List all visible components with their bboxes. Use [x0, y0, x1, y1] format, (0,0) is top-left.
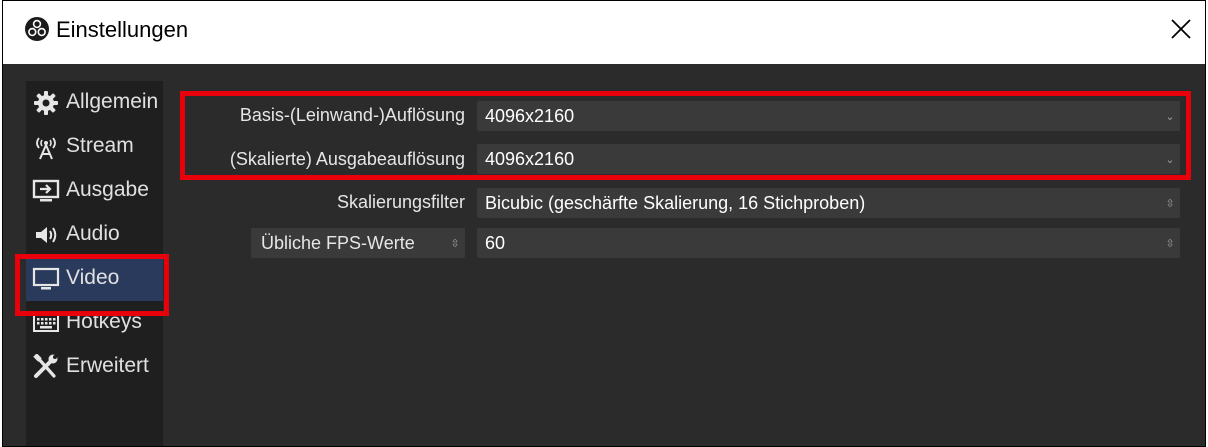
sidebar-item-label: Video — [66, 266, 120, 289]
sidebar-item-general[interactable]: Allgemein — [26, 81, 163, 125]
sidebar-item-label: Erweitert — [66, 354, 149, 377]
downscale-filter-label: Skalierungsfilter — [336, 192, 465, 212]
speaker-icon — [32, 222, 60, 248]
settings-window: Einstellungen Allgemein Stream Ausgabe A… — [2, 0, 1206, 447]
window-title: Einstellungen — [56, 17, 189, 42]
downscale-filter-select[interactable]: Bicubic (geschärfte Skalierung, 16 Stich… — [477, 188, 1180, 218]
sidebar-item-audio[interactable]: Audio — [26, 213, 163, 257]
fps-type-value: Übliche FPS-Werte — [261, 233, 415, 253]
monitor-icon — [32, 266, 60, 292]
video-settings-panel: Basis-(Leinwand-)Auflösung 4096x2160 ⌄ (… — [163, 81, 1205, 446]
monitor-output-icon — [32, 178, 60, 204]
sidebar-item-label: Ausgabe — [66, 178, 149, 201]
output-resolution-value: 4096x2160 — [485, 149, 575, 169]
fps-value: 60 — [485, 233, 506, 253]
updown-arrows-icon: ⇳ — [450, 237, 460, 250]
sidebar-item-label: Hotkeys — [66, 310, 142, 333]
fps-value-select[interactable]: 60 ⇳ — [477, 228, 1180, 258]
gear-icon — [32, 90, 60, 116]
settings-sidebar: Allgemein Stream Ausgabe Audio Video Hot… — [26, 81, 163, 446]
close-icon — [1171, 19, 1191, 39]
fps-type-select[interactable]: Übliche FPS-Werte ⇳ — [251, 228, 465, 258]
sidebar-item-video[interactable]: Video — [26, 257, 163, 301]
sidebar-item-stream[interactable]: Stream — [26, 125, 163, 169]
chevron-down-icon: ⌄ — [1165, 153, 1175, 166]
settings-client-area: Allgemein Stream Ausgabe Audio Video Hot… — [3, 64, 1205, 446]
downscale-filter-value: Bicubic (geschärfte Skalierung, 16 Stich… — [485, 193, 866, 213]
output-resolution-combobox[interactable]: 4096x2160 ⌄ — [477, 144, 1180, 174]
chevron-down-icon: ⌄ — [1165, 110, 1175, 123]
sidebar-item-label: Allgemein — [66, 90, 159, 113]
broadcast-antenna-icon — [32, 134, 60, 160]
keyboard-icon — [32, 310, 60, 336]
sidebar-item-hotkeys[interactable]: Hotkeys — [26, 301, 163, 345]
base-resolution-combobox[interactable]: 4096x2160 ⌄ — [477, 101, 1180, 131]
base-resolution-label: Basis-(Leinwand-)Auflösung — [239, 105, 465, 125]
title-bar: Einstellungen — [3, 1, 1205, 64]
sidebar-item-label: Audio — [66, 222, 120, 245]
sidebar-item-output[interactable]: Ausgabe — [26, 169, 163, 213]
updown-arrows-icon: ⇳ — [1165, 237, 1175, 250]
tools-icon — [32, 354, 60, 380]
updown-arrows-icon: ⇳ — [1165, 197, 1175, 210]
sidebar-item-label: Stream — [66, 134, 134, 157]
output-resolution-label: (Skalierte) Ausgabeauflösung — [229, 149, 465, 169]
close-button[interactable] — [1167, 15, 1195, 43]
obs-logo-icon — [25, 17, 49, 41]
base-resolution-value: 4096x2160 — [485, 106, 575, 126]
sidebar-item-advanced[interactable]: Erweitert — [26, 345, 163, 389]
